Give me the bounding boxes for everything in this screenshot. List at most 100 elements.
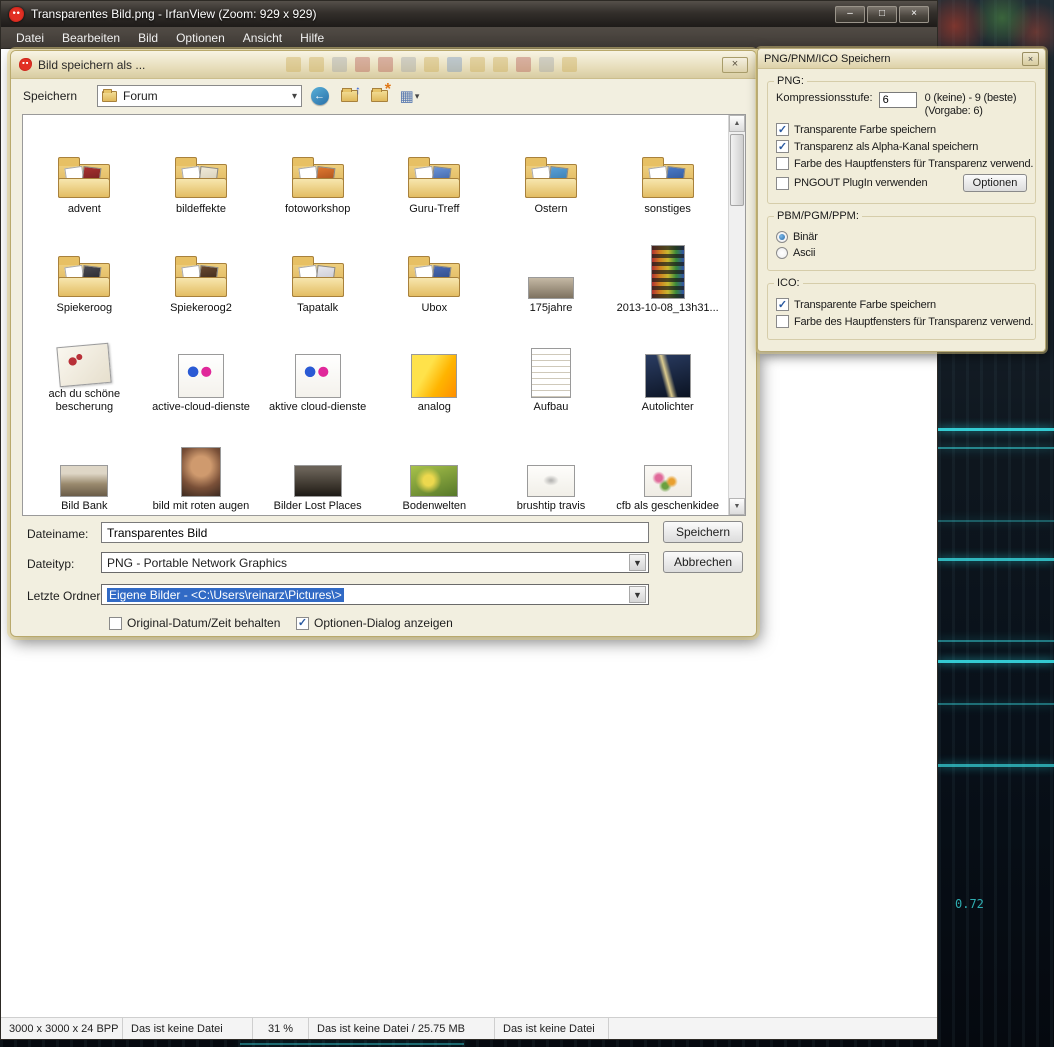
cancel-button[interactable]: Abbrechen: [663, 551, 743, 573]
file-item-advent[interactable]: advent: [26, 119, 143, 218]
file-item-brushtip-travis[interactable]: brushtip travis: [493, 416, 610, 515]
file-item-bild-mit-roten-augen[interactable]: bild mit roten augen: [143, 416, 260, 515]
scroll-up-button[interactable]: ▲: [729, 115, 745, 132]
show-options-checkbox-row[interactable]: Optionen-Dialog anzeigen: [296, 616, 453, 630]
save-dialog-titlebar[interactable]: Bild speichern als ... ×: [11, 51, 756, 79]
checkbox[interactable]: [776, 140, 789, 153]
new-folder-button[interactable]: *: [367, 84, 392, 108]
file-item-bild-bank[interactable]: Bild Bank: [26, 416, 143, 515]
checkbox[interactable]: [776, 315, 789, 328]
image-thumbnail: [294, 465, 342, 497]
menu-optionen[interactable]: Optionen: [167, 28, 234, 48]
file-item-sonstiges[interactable]: sonstiges: [609, 119, 726, 218]
close-button[interactable]: ×: [899, 6, 929, 23]
png-transparent-color-row[interactable]: Transparente Farbe speichern: [776, 123, 1027, 136]
png-mainwindow-color-row[interactable]: Farbe des Hauptfensters für Transparenz …: [776, 157, 1027, 170]
file-item-guru-treff[interactable]: Guru-Treff: [376, 119, 493, 218]
chevron-down-icon[interactable]: ▼: [629, 554, 646, 571]
file-label: Spiekeroog2: [170, 302, 232, 315]
menu-datei[interactable]: Datei: [7, 28, 53, 48]
save-button[interactable]: Speichern: [663, 521, 743, 543]
menu-bild[interactable]: Bild: [129, 28, 167, 48]
pbm-binary-row[interactable]: Binär: [776, 231, 1027, 243]
file-item-ubox[interactable]: Ubox: [376, 218, 493, 317]
file-label: Ostern: [534, 203, 567, 216]
file-item-aktive-cloud-dienste[interactable]: aktive cloud-dienste: [259, 317, 376, 416]
file-label: Guru-Treff: [409, 203, 459, 216]
file-item-autolichter[interactable]: Autolichter: [609, 317, 726, 416]
image-thumbnail: [644, 465, 692, 497]
file-item-ostern[interactable]: Ostern: [493, 119, 610, 218]
filename-label: Dateiname:: [27, 527, 88, 541]
file-item-bilder-lost-places[interactable]: Bilder Lost Places: [259, 416, 376, 515]
checkbox[interactable]: [296, 617, 309, 630]
file-item-spiekeroog[interactable]: Spiekeroog: [26, 218, 143, 317]
vertical-scrollbar[interactable]: ▲ ▼: [728, 115, 745, 515]
file-label: bildeffekte: [176, 203, 226, 216]
checkbox[interactable]: [109, 617, 122, 630]
wallpaper-glow-line: [240, 1043, 464, 1045]
folder-icon: [57, 253, 111, 299]
menu-hilfe[interactable]: Hilfe: [291, 28, 333, 48]
chevron-down-icon[interactable]: ▼: [629, 586, 646, 603]
file-label: Autolichter: [642, 401, 694, 414]
ico-group-label: ICO:: [774, 277, 803, 289]
scrollbar-thumb[interactable]: [730, 134, 744, 206]
scroll-down-button[interactable]: ▼: [729, 498, 745, 515]
file-item-analog[interactable]: analog: [376, 317, 493, 416]
png-dialog-close-icon[interactable]: ×: [1022, 52, 1039, 66]
pbm-ascii-row[interactable]: Ascii: [776, 247, 1027, 259]
file-item-tapatalk[interactable]: Tapatalk: [259, 218, 376, 317]
image-thumbnail: [645, 354, 691, 398]
file-item-aufbau[interactable]: Aufbau: [493, 317, 610, 416]
wallpaper-glow-line: [938, 428, 1054, 431]
folder-combobox[interactable]: Forum ▾: [97, 85, 302, 107]
file-item-ach-du-schoene[interactable]: ach du schöne bescherung: [26, 317, 143, 416]
file-item-cfb-als-geschenkidee[interactable]: cfb als geschenkidee: [609, 416, 726, 515]
png-dialog-titlebar[interactable]: PNG/PNM/ICO Speichern ×: [758, 49, 1045, 69]
png-alpha-channel-row[interactable]: Transparenz als Alpha-Kanal speichern: [776, 140, 1027, 153]
file-item-2013-10-08[interactable]: 2013-10-08_13h31...: [609, 218, 726, 317]
checkbox[interactable]: [776, 123, 789, 136]
menu-bearbeiten[interactable]: Bearbeiten: [53, 28, 129, 48]
up-arrow-icon: ↑: [355, 84, 361, 96]
menu-ansicht[interactable]: Ansicht: [234, 28, 291, 48]
pngout-options-button[interactable]: Optionen: [963, 174, 1027, 192]
back-button[interactable]: ←: [307, 84, 332, 108]
wallpaper-glow-line: [938, 447, 1054, 449]
filetype-select[interactable]: PNG - Portable Network Graphics ▼: [101, 552, 649, 573]
window-titlebar[interactable]: Transparentes Bild.png - IrfanView (Zoom…: [1, 1, 937, 27]
checkbox[interactable]: [776, 157, 789, 170]
checkbox[interactable]: [776, 298, 789, 311]
filename-input[interactable]: [101, 522, 649, 543]
up-one-level-button[interactable]: ↑: [337, 84, 362, 108]
image-thumbnail: [295, 354, 341, 398]
status-extra: Das ist keine Datei: [495, 1018, 609, 1039]
maximize-button[interactable]: □: [867, 6, 897, 23]
pngout-plugin-row[interactable]: PNGOUT PlugIn verwenden Optionen: [776, 174, 1027, 192]
image-thumbnail: [527, 465, 575, 497]
ico-mainwindow-color-row[interactable]: Farbe des Hauptfensters für Transparenz …: [776, 315, 1027, 328]
status-bar: 3000 x 3000 x 24 BPP Das ist keine Datei…: [1, 1017, 937, 1039]
file-item-fotoworkshop[interactable]: fotoworkshop: [259, 119, 376, 218]
chevron-down-icon[interactable]: ▾: [292, 91, 297, 102]
save-dialog-close-icon[interactable]: ×: [722, 57, 748, 73]
ico-transparent-color-row[interactable]: Transparente Farbe speichern: [776, 298, 1027, 311]
wallpaper-glow-line: [938, 558, 1054, 561]
view-menu-button[interactable]: ▦ ▾: [397, 84, 422, 108]
file-item-bildeffekte[interactable]: bildeffekte: [143, 119, 260, 218]
recent-folders-select[interactable]: Eigene Bilder - <C:\Users\reinarz\Pictur…: [101, 584, 649, 605]
radio-button[interactable]: [776, 231, 788, 243]
keep-date-checkbox-row[interactable]: Original-Datum/Zeit behalten: [109, 616, 280, 630]
file-label: Bilder Lost Places: [274, 500, 362, 513]
file-item-bodenwelten[interactable]: Bodenwelten: [376, 416, 493, 515]
wallpaper-glow-line: [938, 640, 1054, 642]
file-item-175jahre[interactable]: 175jahre: [493, 218, 610, 317]
file-item-active-cloud-dienste[interactable]: active-cloud-dienste: [143, 317, 260, 416]
minimize-button[interactable]: –: [835, 6, 865, 23]
radio-button[interactable]: [776, 247, 788, 259]
recent-folders-label: Letzte Ordner:: [27, 589, 104, 603]
checkbox[interactable]: [776, 177, 789, 190]
compression-input[interactable]: [879, 92, 917, 108]
file-item-spiekeroog2[interactable]: Spiekeroog2: [143, 218, 260, 317]
